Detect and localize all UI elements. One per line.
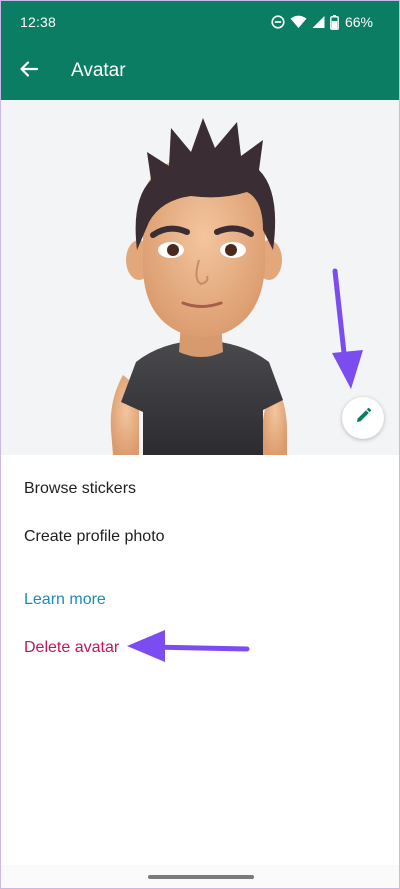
create-profile-photo-item[interactable]: Create profile photo (24, 528, 165, 546)
browse-stickers-item[interactable]: Browse stickers (24, 480, 136, 498)
arrow-left-icon (19, 59, 39, 84)
status-icons: 66% (271, 13, 373, 31)
gesture-handle[interactable] (148, 875, 254, 879)
avatar-image (110, 118, 287, 455)
status-bar: 12:38 66% (1, 1, 399, 43)
wifi-icon (290, 15, 307, 29)
screen: 12:38 66% Avatar Browse stickers Create … (0, 0, 400, 889)
signal-icon (312, 15, 325, 29)
dnd-icon (271, 15, 285, 29)
page-title: Avatar (71, 60, 126, 81)
delete-avatar-item[interactable]: Delete avatar (24, 639, 119, 657)
learn-more-link[interactable]: Learn more (24, 591, 106, 609)
app-bar: Avatar (1, 43, 399, 100)
status-time: 12:38 (20, 14, 57, 30)
pencil-icon (354, 407, 372, 430)
avatar-preview (1, 100, 399, 455)
back-button[interactable] (13, 55, 45, 87)
arrow-left-annotation (127, 630, 250, 662)
battery-percent: 66% (344, 14, 373, 30)
battery-icon (330, 14, 339, 30)
edit-avatar-button[interactable] (342, 397, 384, 439)
